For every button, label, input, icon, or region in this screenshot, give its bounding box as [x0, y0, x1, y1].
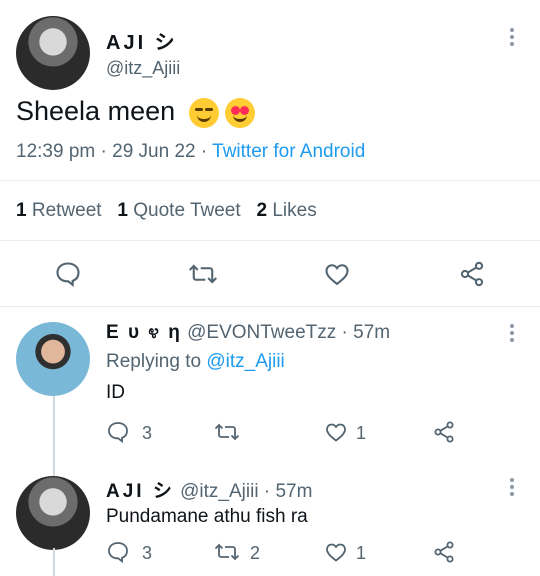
retweets-count: 1: [16, 200, 27, 221]
tweet-time: 12:39 pm: [16, 141, 96, 162]
reply-header: AJI シ @itz_Ajiii · 57m: [106, 476, 312, 503]
more-options-icon[interactable]: [510, 324, 514, 342]
reply-author-handle[interactable]: @itz_Ajiii: [180, 481, 258, 502]
likes-label: Likes: [272, 200, 317, 221]
reply-avatar[interactable]: [16, 322, 90, 396]
meta-dot: ·: [200, 141, 208, 162]
replying-prefix: Replying to: [106, 351, 202, 372]
reply-author-handle[interactable]: @EVONTweeTzz: [187, 322, 336, 343]
tweet-text: Sheela meen: [16, 96, 255, 128]
like-count: 1: [356, 423, 367, 443]
reply-count: 3: [142, 543, 153, 563]
retweets-label: Retweet: [31, 200, 102, 221]
tweet-date: 29 Jun 22: [112, 141, 196, 162]
like-count: 1: [356, 543, 367, 563]
reply-icon[interactable]: [106, 540, 130, 564]
reply-author-name[interactable]: AJI シ: [106, 481, 175, 502]
reply-avatar[interactable]: [16, 476, 90, 550]
replying-to-link[interactable]: @itz_Ajiii: [206, 351, 284, 372]
divider: [0, 306, 540, 307]
heart-eyes-face-icon: [224, 97, 255, 128]
share-icon[interactable]: [458, 260, 486, 288]
like-icon[interactable]: [323, 260, 351, 288]
reply-icon[interactable]: [54, 260, 82, 288]
share-icon[interactable]: [432, 540, 456, 564]
tweet-stats: 1 Retweet 1 Quote Tweet 2 Likes: [16, 200, 317, 222]
reply-text: Pundamane athu fish ra: [106, 506, 308, 527]
share-icon[interactable]: [432, 420, 456, 444]
reply-time: · 57m: [341, 322, 391, 343]
divider: [0, 180, 540, 181]
reply-text: ID: [106, 382, 125, 403]
author-avatar[interactable]: [16, 16, 90, 90]
more-options-icon[interactable]: [510, 28, 514, 46]
tweet-source-link[interactable]: Twitter for Android: [212, 141, 365, 162]
likes-count: 2: [256, 200, 268, 221]
reply-time: · 57m: [263, 481, 313, 502]
retweet-icon[interactable]: [214, 420, 240, 444]
like-icon[interactable]: [324, 420, 348, 444]
more-options-icon[interactable]: [510, 478, 514, 496]
tweet-meta: 12:39 pm · 29 Jun 22 · Twitter for Andro…: [16, 141, 365, 163]
retweets-stat[interactable]: 1 Retweet: [16, 200, 102, 221]
reply-header: E υ ೪ η @EVONTweeTzz · 57m: [106, 322, 390, 344]
quotes-count: 1: [117, 200, 128, 221]
author-name[interactable]: AJI シ: [106, 26, 178, 55]
retweet-icon[interactable]: [214, 540, 240, 564]
retweet-count: 2: [250, 543, 261, 563]
meta-dot: ·: [100, 141, 107, 162]
thread-line: [53, 548, 55, 576]
reply-author-name[interactable]: E υ ೪ η: [106, 322, 182, 343]
reply-count: 3: [142, 423, 153, 443]
divider: [0, 240, 540, 241]
likes-stat[interactable]: 2 Likes: [257, 200, 317, 221]
replying-to: Replying to @itz_Ajiii: [106, 351, 285, 373]
quotes-label: Quote Tweet: [133, 200, 241, 221]
retweet-icon[interactable]: [188, 260, 218, 288]
drooling-face-icon: [188, 97, 219, 128]
thread-line: [53, 394, 55, 476]
quotes-stat[interactable]: 1 Quote Tweet: [117, 200, 240, 221]
author-handle[interactable]: @itz_Ajiii: [106, 58, 180, 79]
reply-icon[interactable]: [106, 420, 130, 444]
tweet-body: Sheela meen: [16, 96, 176, 126]
like-icon[interactable]: [324, 540, 348, 564]
